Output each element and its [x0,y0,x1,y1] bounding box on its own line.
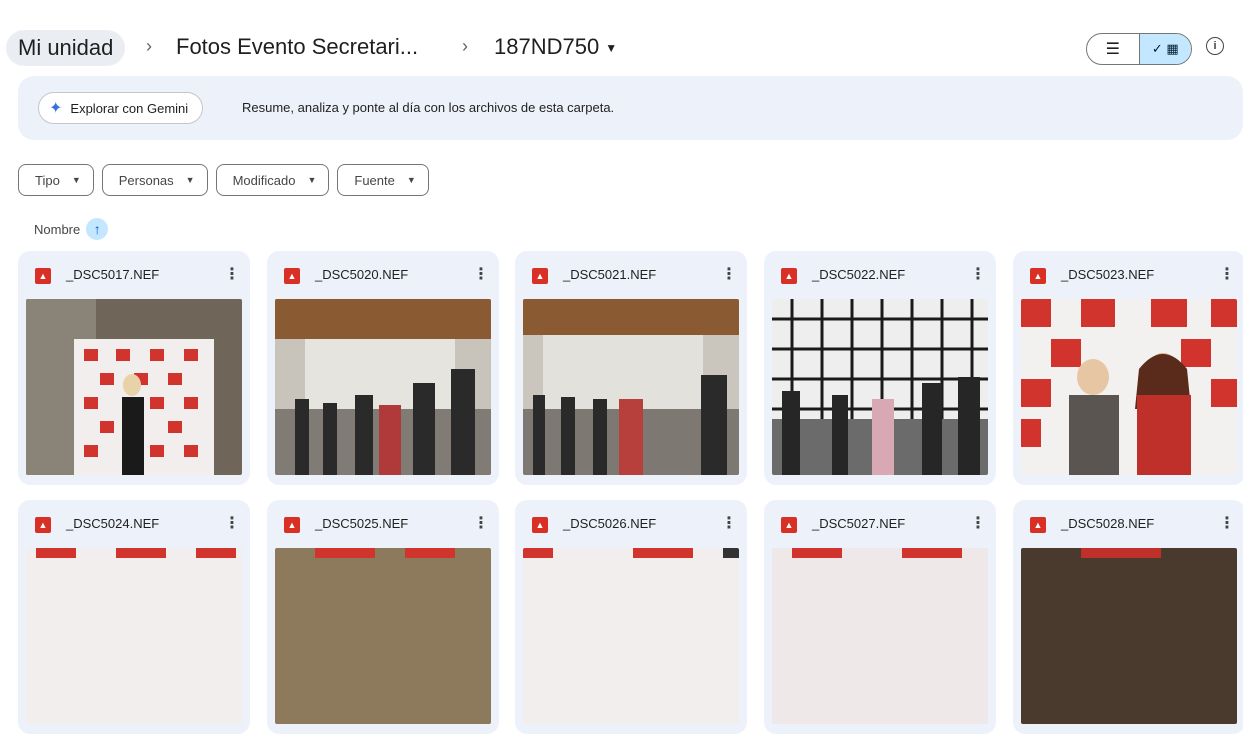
caret-down-icon: ▼ [307,175,317,185]
file-thumbnail [26,548,242,724]
image-file-icon: ▲ [35,517,51,533]
breadcrumb-parent[interactable]: Fotos Evento Secretari... [176,34,418,60]
gemini-banner: ✦ Explorar con Gemini Resume, analiza y … [18,76,1243,140]
breadcrumb-current-label: 187ND750 [494,34,600,59]
filter-source[interactable]: Fuente ▼ [337,164,429,196]
breadcrumb-root-label: Mi unidad [18,35,114,60]
image-file-icon: ▲ [532,268,548,284]
file-thumbnail [1021,299,1237,475]
file-name: _DSC5027.NEF [812,516,906,531]
explore-gemini-label: Explorar con Gemini [70,100,189,116]
filter-source-label: Fuente [354,172,395,188]
gemini-sparkle-icon: ✦ [49,100,63,117]
sort-control[interactable]: Nombre ↑ [34,218,109,240]
more-options-icon[interactable]: ⋮ [473,264,489,284]
file-name: _DSC5021.NEF [563,267,657,282]
file-card-header: ▲ _DSC5021.NEF ⋮ [515,251,747,297]
list-view-icon: ☰ [1105,41,1120,58]
file-thumbnail [772,548,988,724]
file-name: _DSC5023.NEF [1061,267,1155,282]
more-options-icon[interactable]: ⋮ [1219,264,1235,284]
file-name: _DSC5025.NEF [315,516,409,531]
info-icon[interactable]: i [1206,37,1224,55]
file-card-header: ▲ _DSC5023.NEF ⋮ [1013,251,1243,297]
file-card-header: ▲ _DSC5020.NEF ⋮ [267,251,499,297]
breadcrumb-current[interactable]: 187ND750 ▼ [494,34,617,60]
file-card-header: ▲ _DSC5025.NEF ⋮ [267,500,499,546]
file-card[interactable]: ▲ _DSC5026.NEF ⋮ [515,500,747,734]
filter-people-label: Personas [118,172,174,188]
more-options-icon[interactable]: ⋮ [224,264,240,284]
more-options-icon[interactable]: ⋮ [224,513,240,533]
file-card[interactable]: ▲ _DSC5024.NEF ⋮ [18,500,250,734]
chevron-right-icon: › [146,36,152,56]
filter-chips: Tipo ▼ Personas ▼ Modificado ▼ Fuente ▼ [18,164,429,196]
file-card-header: ▲ _DSC5027.NEF ⋮ [764,500,996,546]
file-thumbnail [523,548,739,724]
file-card[interactable]: ▲ _DSC5020.NEF ⋮ [267,251,499,485]
grid-view-button[interactable]: ✓ ▦ [1138,34,1191,64]
list-view-button[interactable]: ☰ [1087,34,1139,64]
file-card-header: ▲ _DSC5028.NEF ⋮ [1013,500,1243,546]
file-thumbnail [275,299,491,475]
image-file-icon: ▲ [1030,517,1046,533]
more-options-icon[interactable]: ⋮ [970,513,986,533]
image-file-icon: ▲ [781,268,797,284]
grid-view-icon: ✓ ▦ [1151,41,1179,56]
file-card-header: ▲ _DSC5022.NEF ⋮ [764,251,996,297]
file-card-header: ▲ _DSC5024.NEF ⋮ [18,500,250,546]
more-options-icon[interactable]: ⋮ [721,264,737,284]
file-name: _DSC5017.NEF [66,267,160,282]
file-card[interactable]: ▲ _DSC5028.NEF ⋮ [1013,500,1243,734]
caret-down-icon: ▼ [406,175,416,185]
file-card[interactable]: ▲ _DSC5017.NEF ⋮ [18,251,250,485]
filter-modified-label: Modificado [232,172,296,188]
more-options-icon[interactable]: ⋮ [1219,513,1235,533]
file-name: _DSC5026.NEF [563,516,657,531]
file-card[interactable]: ▲ _DSC5023.NEF ⋮ [1013,251,1243,485]
file-card-header: ▲ _DSC5017.NEF ⋮ [18,251,250,297]
file-card[interactable]: ▲ _DSC5025.NEF ⋮ [267,500,499,734]
arrow-up-icon[interactable]: ↑ [86,218,109,240]
sort-label: Nombre [34,221,81,237]
file-thumbnail [772,299,988,475]
image-file-icon: ▲ [532,517,548,533]
filter-type[interactable]: Tipo ▼ [18,164,94,196]
gemini-description: Resume, analiza y ponte al día con los a… [242,100,615,115]
caret-down-icon: ▼ [71,175,81,185]
top-bar: Mi unidad › Fotos Evento Secretari... › … [0,30,1243,68]
file-name: _DSC5024.NEF [66,516,160,531]
image-file-icon: ▲ [284,268,300,284]
caret-down-icon: ▼ [605,41,618,56]
file-thumbnail [1021,548,1237,724]
file-card[interactable]: ▲ _DSC5027.NEF ⋮ [764,500,996,734]
image-file-icon: ▲ [1030,268,1046,284]
image-file-icon: ▲ [781,517,797,533]
file-name: _DSC5028.NEF [1061,516,1155,531]
image-file-icon: ▲ [35,268,51,284]
filter-people[interactable]: Personas ▼ [101,164,208,196]
file-name: _DSC5020.NEF [315,267,409,282]
file-name: _DSC5022.NEF [812,267,906,282]
file-card[interactable]: ▲ _DSC5022.NEF ⋮ [764,251,996,485]
filter-type-label: Tipo [35,172,60,188]
file-thumbnail [26,299,242,475]
more-options-icon[interactable]: ⋮ [721,513,737,533]
more-options-icon[interactable]: ⋮ [970,264,986,284]
more-options-icon[interactable]: ⋮ [473,513,489,533]
file-card[interactable]: ▲ _DSC5021.NEF ⋮ [515,251,747,485]
caret-down-icon: ▼ [185,175,195,185]
breadcrumb-root[interactable]: Mi unidad [6,30,126,66]
file-card-header: ▲ _DSC5026.NEF ⋮ [515,500,747,546]
explore-gemini-button[interactable]: ✦ Explorar con Gemini [38,92,204,124]
file-thumbnail [275,548,491,724]
image-file-icon: ▲ [284,517,300,533]
filter-modified[interactable]: Modificado ▼ [215,164,330,196]
chevron-right-icon: › [462,36,468,56]
view-toggle: ☰ ✓ ▦ [1086,33,1192,65]
file-thumbnail [523,299,739,475]
